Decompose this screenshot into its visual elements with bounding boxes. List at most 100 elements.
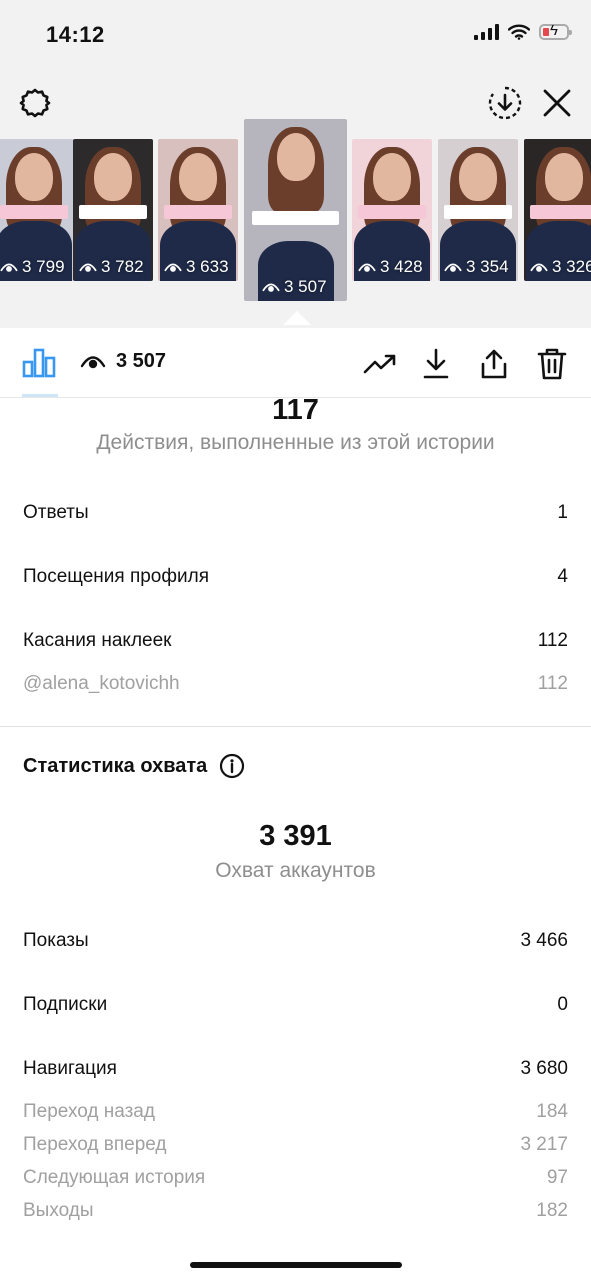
stat-label: Переход вперед: [23, 1134, 167, 1155]
status-time: 14:12: [46, 22, 105, 47]
info-icon[interactable]: [219, 753, 245, 779]
eye-icon: [80, 355, 106, 368]
story-thumbnail-views-value: 3 354: [466, 257, 509, 276]
stat-subrow-back: Переход назад 184: [23, 1101, 568, 1123]
story-thumbnail-figure: [15, 153, 53, 201]
stat-value: 3 466: [520, 930, 568, 951]
insights-chart-icon[interactable]: [22, 348, 56, 383]
story-thumbnail-selected[interactable]: 3 507: [244, 119, 347, 301]
stat-subrow-exits: Выходы 182: [23, 1200, 568, 1222]
stat-label: @alena_kotovichh: [23, 673, 180, 694]
stat-subrow-forward: Переход вперед 3 217: [23, 1134, 568, 1156]
share-icon[interactable]: [476, 346, 512, 382]
home-indicator[interactable]: [190, 1262, 402, 1268]
story-thumbnail-caption-block: [164, 205, 232, 219]
story-view-count: 3 507: [80, 350, 166, 373]
stat-value: 3 217: [520, 1134, 568, 1155]
stat-value: 182: [536, 1200, 568, 1221]
stat-value: 184: [536, 1101, 568, 1122]
stat-label: Выходы: [23, 1200, 94, 1221]
stat-row-follows: Подписки 0: [23, 994, 568, 1016]
reach-title-text: Статистика охвата: [23, 754, 208, 777]
stat-value: 3 680: [520, 1058, 568, 1079]
stat-row-impressions: Показы 3 466: [23, 930, 568, 952]
story-thumbnail-caption-block: [444, 205, 512, 219]
story-thumbnail-views-value: 3 782: [101, 257, 144, 276]
story-thumbnail-views-value: 3 507: [284, 277, 327, 296]
save-story-icon[interactable]: [486, 84, 524, 122]
status-bar: 14:12 ϟ: [0, 0, 591, 70]
section-divider: [0, 726, 591, 727]
story-thumbnail-views: 3 326: [530, 257, 591, 277]
download-icon[interactable]: [418, 346, 454, 382]
stat-row-navigation: Навигация 3 680: [23, 1058, 568, 1080]
stat-label: Подписки: [23, 994, 108, 1015]
story-thumbnail-caption-block: [252, 211, 339, 225]
story-thumbnail-views: 3 782: [79, 257, 144, 277]
story-thumbnail[interactable]: 3 354: [438, 139, 518, 281]
reach-caption: Охват аккаунтов: [215, 859, 376, 882]
eye-icon: [358, 263, 376, 272]
stat-value: 0: [557, 994, 568, 1015]
story-view-count-value: 3 507: [116, 350, 167, 372]
insights-toolbar: 3 507: [0, 328, 591, 398]
story-thumbnail[interactable]: 3 428: [352, 139, 432, 281]
story-thumbnail-views: 3 354: [444, 257, 509, 277]
reach-total: 3 391: [259, 820, 332, 852]
story-thumbnail-caption-block: [358, 205, 426, 219]
stat-value: 112: [537, 673, 568, 694]
reach-section-title: Статистика охвата: [23, 753, 245, 779]
story-carousel-area: 3 799 3 782 3 633 3 507 3 428 3 354 3 326: [0, 70, 591, 328]
stat-label: Навигация: [23, 1058, 117, 1079]
stat-value: 112: [537, 630, 568, 651]
stat-subrow-mention-sticker: @alena_kotovichh 112: [23, 673, 568, 695]
eye-icon: [444, 263, 462, 272]
story-thumbnail[interactable]: 3 326: [524, 139, 591, 281]
story-thumbnail-views-value: 3 428: [380, 257, 423, 276]
story-thumbnail-figure: [276, 133, 315, 181]
stat-label: Касания наклеек: [23, 630, 172, 651]
eye-icon: [0, 263, 18, 272]
story-thumbnail-views-value: 3 633: [186, 257, 229, 276]
stat-value: 97: [546, 1167, 568, 1188]
story-thumbnail-figure: [373, 153, 411, 201]
stat-value: 1: [557, 502, 568, 523]
story-thumbnail-views-value: 3 799: [22, 257, 65, 276]
stat-subrow-next-story: Следующая история 97: [23, 1167, 568, 1189]
delete-trash-icon[interactable]: [534, 346, 570, 382]
wifi-icon: [508, 24, 530, 40]
stat-label: Показы: [23, 930, 89, 951]
eye-icon: [79, 263, 97, 272]
stat-label: Переход назад: [23, 1101, 155, 1122]
close-icon[interactable]: [538, 84, 576, 122]
story-thumbnail-caption-block: [0, 205, 68, 219]
stat-row-profile-visits: Посещения профиля 4: [23, 566, 568, 588]
eye-icon: [530, 263, 548, 272]
battery-charging-icon: ϟ: [539, 23, 572, 40]
eye-icon: [262, 283, 280, 292]
settings-gear-icon[interactable]: [16, 84, 54, 122]
story-thumbnail-caption-block: [79, 205, 147, 219]
story-thumbnail-views: 3 633: [164, 257, 229, 277]
eye-icon: [164, 263, 182, 272]
story-thumbnail-figure: [94, 153, 132, 201]
story-thumbnail-views: 3 799: [0, 257, 65, 277]
cellular-signal-icon: [474, 24, 499, 40]
promote-trend-icon[interactable]: [362, 346, 398, 382]
status-icons: ϟ: [474, 23, 572, 40]
interactions-caption: Действия, выполненные из этой истории: [96, 431, 495, 454]
interactions-total: 117: [272, 394, 319, 426]
stat-label: Посещения профиля: [23, 566, 209, 587]
story-thumbnail-views-value: 3 326: [552, 257, 591, 276]
story-thumbnail-caption-block: [530, 205, 591, 219]
story-thumbnail-figure: [459, 153, 497, 201]
story-thumbnail-views: 3 428: [358, 257, 423, 277]
story-thumbnail[interactable]: 3 633: [158, 139, 238, 281]
selected-story-pointer: [283, 311, 311, 325]
story-thumbnail-figure: [179, 153, 217, 201]
stat-row-replies: Ответы 1: [23, 502, 568, 524]
story-thumbnail[interactable]: 3 799: [0, 139, 74, 281]
story-thumbnail[interactable]: 3 782: [73, 139, 153, 281]
stat-row-sticker-taps: Касания наклеек 112: [23, 630, 568, 652]
stat-label: Ответы: [23, 502, 89, 523]
